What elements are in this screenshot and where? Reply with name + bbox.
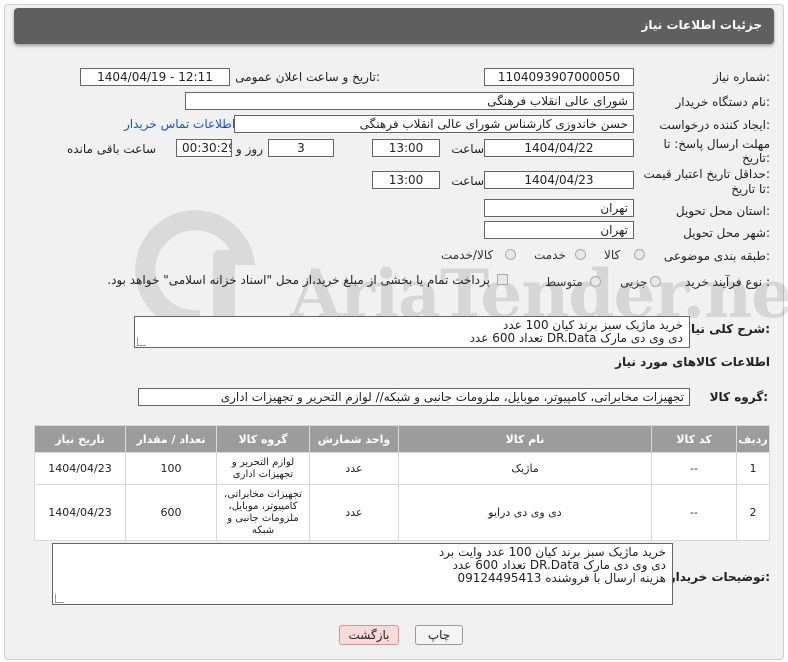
- city-label: شهر محل تحویل:: [683, 226, 770, 240]
- table-row: 1 -- ماژیک عدد لوازم التحریر و تجهیزات ا…: [34, 452, 770, 485]
- deadline-label-date: تاریخ:: [742, 151, 770, 165]
- cell-unit: عدد: [309, 484, 399, 541]
- goods-group-label: گروه کالا:: [709, 390, 768, 404]
- process-radio-minor[interactable]: [650, 276, 661, 287]
- print-button[interactable]: چاپ: [415, 625, 463, 645]
- deadline-time-label: ساعت: [451, 142, 484, 156]
- summary-textarea[interactable]: خرید ماژیک سبز برند کیان 100 عدد دی وی د…: [134, 316, 690, 348]
- cell-qty: 100: [125, 452, 217, 485]
- process-label: نوع فرآیند خرید :: [685, 275, 770, 289]
- back-button[interactable]: بازگشت: [339, 625, 399, 645]
- city-field: تهران: [484, 221, 634, 239]
- remaining-time-label: ساعت باقی مانده: [66, 142, 156, 156]
- cell-code: --: [651, 484, 737, 541]
- days-field: 3: [268, 139, 334, 157]
- buyer-notes-textarea[interactable]: خرید ماژیک سبز برند کیان 100 عدد وایت بر…: [52, 543, 673, 605]
- resize-handle-icon[interactable]: [55, 594, 64, 603]
- deadline-time-field: 13:00: [372, 139, 440, 157]
- col-group: گروه کالا: [216, 425, 310, 453]
- category-label: طبقه بندی موضوعی:: [663, 249, 770, 263]
- days-label: روز و: [236, 142, 263, 156]
- need-number-field: 1104093907000050: [484, 68, 634, 86]
- process-option-medium: متوسط: [545, 275, 583, 289]
- cell-row: 2: [736, 484, 770, 541]
- category-option-goods: کالا: [604, 248, 621, 262]
- need-number-label: شماره نیاز:: [712, 70, 770, 84]
- category-radio-service[interactable]: [575, 249, 586, 260]
- page-header: جزئیات اطلاعات نیاز: [14, 8, 774, 44]
- deadline-date-field: 1404/04/22: [484, 139, 634, 157]
- treasury-checkbox[interactable]: [497, 274, 508, 285]
- cell-group: لوازم التحریر و تجهیزات اداری: [216, 452, 310, 485]
- remaining-time-field: 00:30:29: [176, 139, 232, 157]
- category-radio-both[interactable]: [505, 249, 516, 260]
- announce-label: تاریخ و ساعت اعلان عمومی:: [235, 70, 380, 84]
- buyer-notes-label: توضیحات خریدار:: [668, 570, 770, 584]
- deadline-label: مهلت ارسال پاسخ: تا: [663, 137, 770, 151]
- table-row: 2 -- دی وی دی درایو عدد تجهیزات مخابراتی…: [34, 484, 770, 541]
- resize-handle-icon[interactable]: [137, 337, 146, 346]
- col-name: نام کالا: [398, 425, 652, 453]
- province-label: استان محل تحویل:: [675, 204, 770, 218]
- col-qty: تعداد / مقدار: [125, 425, 217, 453]
- announce-field: 1404/04/19 - 12:11: [80, 68, 230, 86]
- col-code: کد کالا: [651, 425, 737, 453]
- col-unit: واحد شمارش: [309, 425, 399, 453]
- summary-label: شرح کلی نیاز:: [684, 322, 770, 336]
- category-option-service: خدمت: [534, 248, 566, 262]
- goods-group-field: تجهیزات مخابراتی، کامپیوتر، موبایل، ملزو…: [138, 388, 690, 406]
- validity-label-date: تا تاریخ:: [731, 182, 770, 196]
- validity-label: حداقل تاریخ اعتبار قیمت:: [643, 167, 770, 181]
- process-option-minor: جزیی: [620, 275, 648, 289]
- cell-unit: عدد: [309, 452, 399, 485]
- category-option-both: کالا/خدمت: [441, 248, 494, 262]
- cell-qty: 600: [125, 484, 217, 541]
- cell-date: 1404/04/23: [34, 484, 126, 541]
- validity-date-field: 1404/04/23: [484, 171, 634, 189]
- cell-name: دی وی دی درایو: [398, 484, 652, 541]
- creator-label: ایجاد کننده درخواست:: [659, 118, 770, 132]
- process-radio-medium[interactable]: [590, 276, 601, 287]
- page-title: جزئیات اطلاعات نیاز: [641, 18, 762, 32]
- payment-note: پرداخت تمام یا بخشی از مبلغ خرید،از محل …: [107, 273, 490, 287]
- buyer-org-field: شورای عالی انقلاب فرهنگی: [185, 92, 634, 110]
- validity-time-field: 13:00: [372, 171, 440, 189]
- goods-table: ردیف کد کالا نام کالا واحد شمارش گروه کا…: [34, 425, 770, 541]
- buyer-notes-line-3: هزینه ارسال با فروشنده 09124495413: [457, 571, 666, 585]
- buyer-org-label: نام دستگاه خریدار:: [675, 95, 771, 109]
- validity-time-label: ساعت: [451, 174, 484, 188]
- col-date: تاریخ نیاز: [34, 425, 126, 453]
- cell-date: 1404/04/23: [34, 452, 126, 485]
- cell-code: --: [651, 452, 737, 485]
- cell-name: ماژیک: [398, 452, 652, 485]
- category-radio-goods[interactable]: [634, 249, 645, 260]
- cell-group: تجهیزات مخابراتی، کامپیوتر، موبایل، ملزو…: [216, 484, 310, 541]
- buyer-contact-link[interactable]: اطلاعات تماس خریدار: [124, 117, 235, 131]
- col-row: ردیف: [736, 425, 770, 453]
- goods-info-title: اطلاعات کالاهای مورد نیاز: [615, 355, 770, 369]
- creator-field: حسن خاندوزی کارشناس شورای عالی انقلاب فر…: [234, 115, 634, 133]
- cell-row: 1: [736, 452, 770, 485]
- summary-line-2: دی وی دی مارک DR.Data تعداد 600 عدد: [469, 331, 683, 345]
- province-field: تهران: [484, 199, 634, 217]
- table-header-row: ردیف کد کالا نام کالا واحد شمارش گروه کا…: [34, 425, 770, 453]
